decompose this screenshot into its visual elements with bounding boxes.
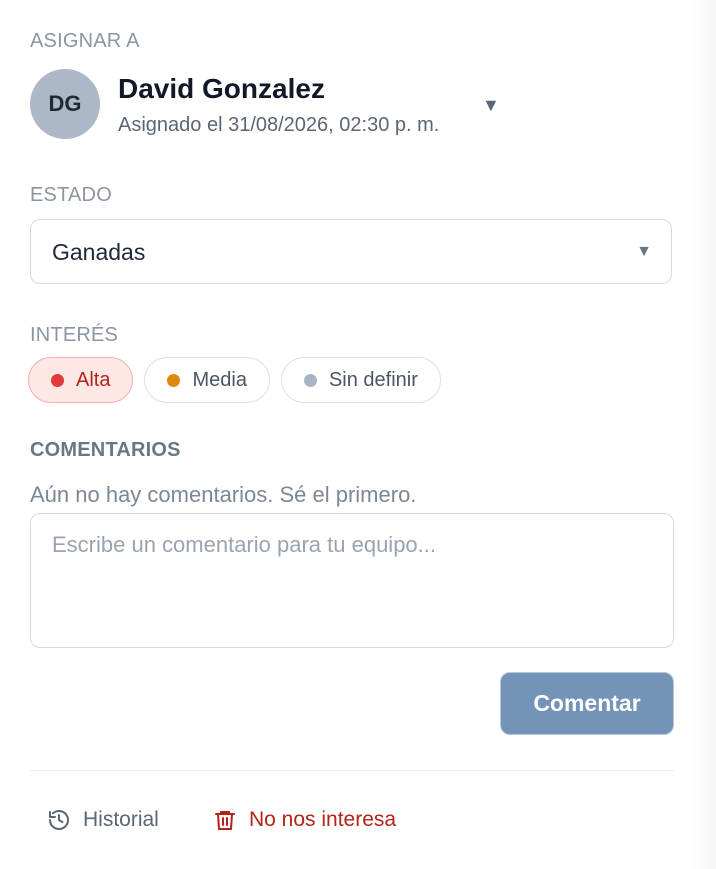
interest-option-label: Sin definir [328,368,418,391]
status-select-value: Ganadas [52,239,146,265]
interest-option-label: Media [192,368,247,391]
gray-dot-icon [303,373,317,387]
interest-options: Alta Media Sin definir [28,357,441,403]
comment-submit-button[interactable]: Comentar [500,672,674,735]
status-section-label: ESTADO [30,184,112,206]
interest-option-undefined[interactable]: Sin definir [280,357,441,403]
status-select[interactable]: Ganadas ▼ [30,219,672,284]
interest-option-high[interactable]: Alta [28,357,134,403]
comments-section-label: COMENTARIOS [30,439,181,461]
chevron-down-icon[interactable]: ▼ [482,95,500,116]
history-label: Historial [83,808,159,831]
interest-option-medium[interactable]: Media [144,357,270,403]
assignee-selector[interactable]: DG David Gonzalez Asignado el 31/08/2026… [30,69,500,141]
chevron-down-icon: ▼ [636,243,652,260]
history-icon [47,808,71,832]
interest-section-label: INTERÉS [30,324,119,346]
divider [30,770,674,771]
red-dot-icon [51,373,64,387]
history-button[interactable]: Historial [47,805,159,835]
assignee-name: David Gonzalez [118,73,325,104]
orange-dot-icon [167,373,181,387]
not-interested-label: No nos interesa [249,808,397,831]
avatar: DG [30,69,100,139]
comment-input[interactable] [30,513,674,648]
not-interested-button[interactable]: No nos interesa [213,805,396,835]
assign-section-label: ASIGNAR A [30,30,140,52]
assigned-date-text: Asignado el 31/08/2026, 02:30 p. m. [118,114,440,136]
empty-comments-text: Aún no hay comentarios. Sé el primero. [30,482,417,507]
trash-icon [213,808,237,832]
lead-detail-panel: ASIGNAR A DG David Gonzalez Asignado el … [0,0,716,869]
interest-option-label: Alta [76,368,111,391]
